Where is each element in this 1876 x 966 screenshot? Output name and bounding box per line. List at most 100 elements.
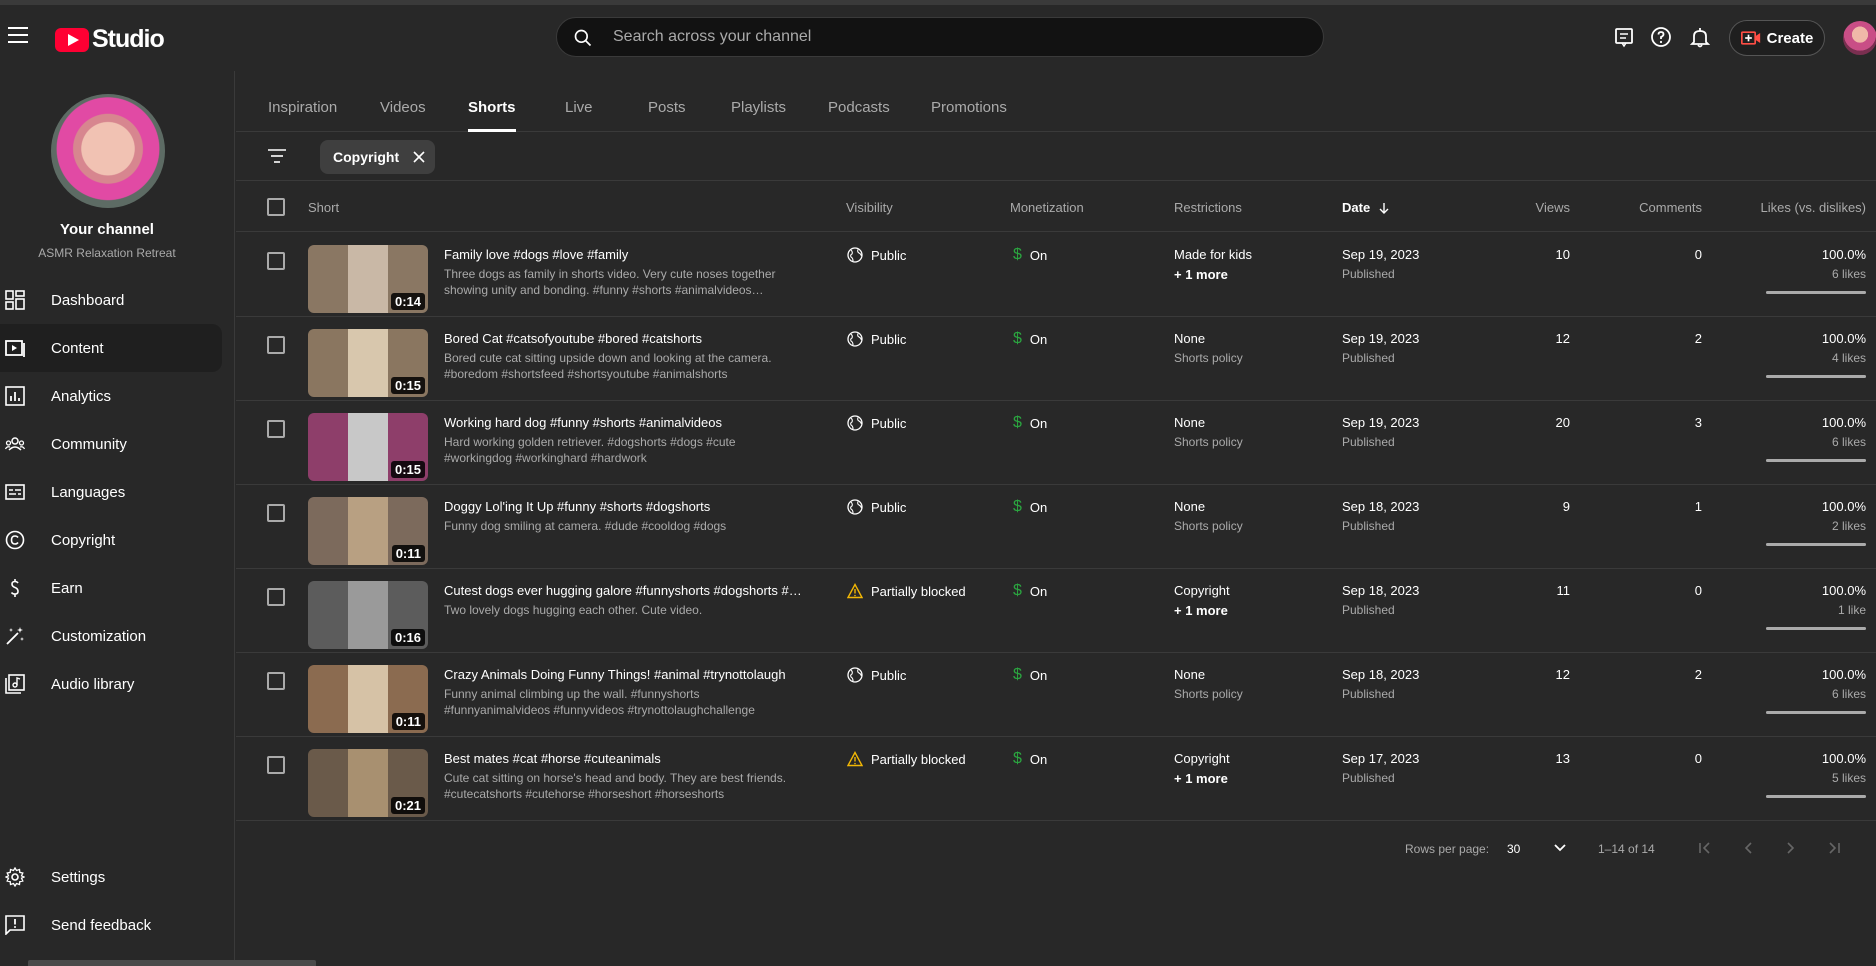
row-checkbox[interactable]: [267, 504, 285, 522]
sidebar-item-analytics[interactable]: Analytics: [0, 372, 222, 420]
column-restrictions[interactable]: Restrictions: [1174, 200, 1242, 215]
table-row[interactable]: 0:16 Cutest dogs ever hugging galore #fun…: [236, 569, 1876, 653]
column-monetization[interactable]: Monetization: [1010, 200, 1084, 215]
next-page-icon[interactable]: [1781, 838, 1801, 858]
column-views[interactable]: Views: [1536, 200, 1570, 215]
sidebar-item-community[interactable]: Community: [0, 420, 222, 468]
sidebar-item-content[interactable]: Content: [0, 324, 222, 372]
account-avatar[interactable]: [1843, 21, 1876, 55]
tab-playlists[interactable]: Playlists: [731, 99, 786, 116]
row-checkbox[interactable]: [267, 420, 285, 438]
table-row[interactable]: 0:11 Crazy Animals Doing Funny Things! #a…: [236, 653, 1876, 737]
sidebar-item-copyright[interactable]: Copyright: [0, 516, 222, 564]
previous-page-icon[interactable]: [1738, 838, 1758, 858]
sidebar-item-send-feedback[interactable]: Send feedback: [0, 901, 222, 949]
chevron-down-icon[interactable]: [1550, 838, 1570, 858]
row-checkbox[interactable]: [267, 336, 285, 354]
video-title[interactable]: Bored Cat #catsofyoutube #bored #catshor…: [444, 331, 814, 346]
visibility-cell[interactable]: Partially blocked: [847, 751, 966, 767]
tab-live[interactable]: Live: [565, 99, 593, 116]
row-checkbox[interactable]: [267, 588, 285, 606]
video-title[interactable]: Cutest dogs ever hugging galore #funnysh…: [444, 583, 814, 598]
monetization-cell[interactable]: $ On: [1013, 582, 1047, 600]
video-description: Hard working golden retriever. #dogshort…: [444, 435, 736, 465]
notifications-icon[interactable]: [1688, 25, 1712, 49]
visibility-cell[interactable]: Partially blocked: [847, 583, 966, 599]
table-row[interactable]: 0:21 Best mates #cat #horse #cuteanimals C…: [236, 737, 1876, 821]
channel-avatar[interactable]: [51, 94, 165, 208]
help-icon[interactable]: [1649, 25, 1673, 49]
restrictions-cell[interactable]: None Shorts policy: [1174, 499, 1243, 533]
tab-shorts[interactable]: Shorts: [468, 99, 516, 116]
sidebar-item-customization[interactable]: Customization: [0, 612, 222, 660]
filter-chip-copyright[interactable]: Copyright: [320, 140, 436, 174]
table-row[interactable]: 0:15 Working hard dog #funny #shorts #ani…: [236, 401, 1876, 485]
visibility-cell[interactable]: Public: [847, 415, 906, 431]
create-button[interactable]: Create: [1729, 20, 1825, 56]
search-bar[interactable]: [556, 17, 1324, 57]
studio-logo[interactable]: Studio: [55, 25, 165, 54]
first-page-icon[interactable]: [1695, 838, 1715, 858]
tab-promotions[interactable]: Promotions: [931, 99, 1007, 116]
column-date[interactable]: Date: [1342, 200, 1390, 215]
row-checkbox[interactable]: [267, 756, 285, 774]
row-checkbox[interactable]: [267, 252, 285, 270]
video-title[interactable]: Best mates #cat #horse #cuteanimals: [444, 751, 814, 766]
visibility-cell[interactable]: Public: [847, 667, 906, 683]
last-page-icon[interactable]: [1824, 838, 1844, 858]
visibility-label: Public: [871, 667, 907, 683]
rows-per-page-select[interactable]: 30: [1507, 842, 1520, 856]
video-thumbnail[interactable]: 0:16: [308, 581, 428, 649]
video-thumbnail[interactable]: 0:15: [308, 329, 428, 397]
visibility-cell[interactable]: Public: [847, 247, 906, 263]
table-row[interactable]: 0:14 Family love #dogs #love #family Three…: [236, 233, 1876, 317]
column-comments[interactable]: Comments: [1639, 200, 1702, 215]
search-input[interactable]: [613, 18, 1293, 56]
sidebar-item-settings[interactable]: Settings: [0, 853, 222, 901]
video-thumbnail[interactable]: 0:21: [308, 749, 428, 817]
close-icon[interactable]: [413, 151, 425, 163]
select-all-checkbox[interactable]: [267, 198, 285, 216]
duration-badge: 0:16: [390, 629, 425, 646]
tab-podcasts[interactable]: Podcasts: [828, 99, 890, 116]
filter-icon[interactable]: [267, 147, 287, 165]
tab-inspiration[interactable]: Inspiration: [268, 99, 337, 116]
table-row[interactable]: 0:15 Bored Cat #catsofyoutube #bored #cat…: [236, 317, 1876, 401]
video-thumbnail[interactable]: 0:11: [308, 497, 428, 565]
video-thumbnail[interactable]: 0:14: [308, 245, 428, 313]
restrictions-cell[interactable]: Copyright + 1 more: [1174, 751, 1230, 786]
column-likes[interactable]: Likes (vs. dislikes): [1761, 200, 1866, 215]
monetization-cell[interactable]: $ On: [1013, 330, 1047, 348]
video-title[interactable]: Working hard dog #funny #shorts #animalv…: [444, 415, 814, 430]
restrictions-cell[interactable]: Made for kids + 1 more: [1174, 247, 1252, 282]
monetization-cell[interactable]: $ On: [1013, 666, 1047, 684]
sidebar-item-earn[interactable]: Earn: [0, 564, 222, 612]
monetization-label: On: [1029, 499, 1048, 515]
monetization-cell[interactable]: $ On: [1013, 246, 1047, 264]
restrictions-cell[interactable]: None Shorts policy: [1174, 667, 1243, 701]
table-row[interactable]: 0:11 Doggy Lol'ing It Up #funny #shorts #…: [236, 485, 1876, 569]
restrictions-cell[interactable]: Copyright + 1 more: [1174, 583, 1230, 618]
restrictions-cell[interactable]: None Shorts policy: [1174, 331, 1243, 365]
video-title[interactable]: Crazy Animals Doing Funny Things! #anima…: [444, 667, 814, 682]
sidebar-item-audio-library[interactable]: Audio library: [0, 660, 222, 708]
monetization-cell[interactable]: $ On: [1013, 498, 1047, 516]
video-thumbnail[interactable]: 0:15: [308, 413, 428, 481]
restrictions-cell[interactable]: None Shorts policy: [1174, 415, 1243, 449]
column-short[interactable]: Short: [308, 200, 339, 215]
visibility-cell[interactable]: Public: [847, 331, 906, 347]
tab-videos[interactable]: Videos: [380, 99, 426, 116]
sidebar-item-languages[interactable]: Languages: [0, 468, 222, 516]
sidebar-item-dashboard[interactable]: Dashboard: [0, 276, 222, 324]
video-thumbnail[interactable]: 0:11: [308, 665, 428, 733]
column-visibility[interactable]: Visibility: [846, 200, 893, 215]
captions-icon[interactable]: [1612, 25, 1636, 49]
tab-posts[interactable]: Posts: [648, 99, 686, 116]
visibility-cell[interactable]: Public: [847, 499, 906, 515]
row-checkbox[interactable]: [267, 672, 285, 690]
menu-icon[interactable]: [8, 27, 28, 43]
video-title[interactable]: Doggy Lol'ing It Up #funny #shorts #dogs…: [444, 499, 814, 514]
video-title[interactable]: Family love #dogs #love #family: [444, 247, 814, 262]
monetization-cell[interactable]: $ On: [1013, 750, 1047, 768]
monetization-cell[interactable]: $ On: [1013, 414, 1047, 432]
